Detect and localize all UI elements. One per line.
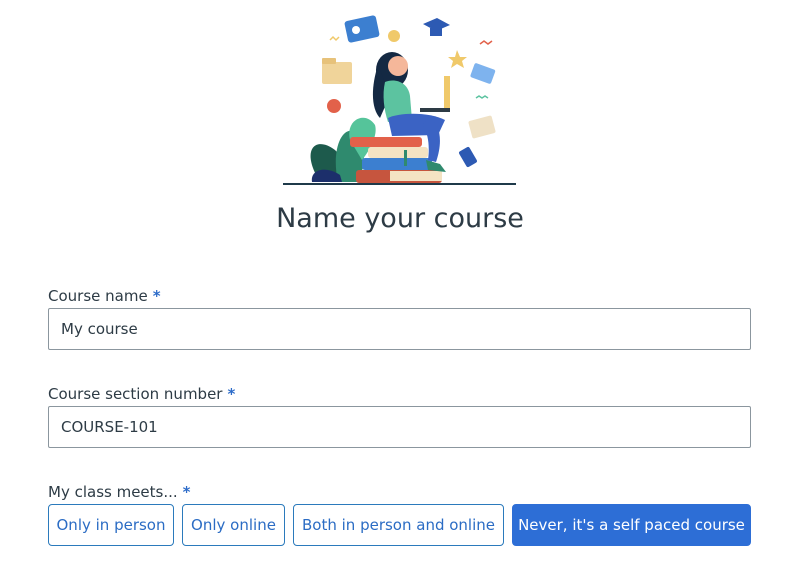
student-with-laptop-illustration — [283, 15, 516, 185]
class-meets-label-text: My class meets... — [48, 483, 178, 501]
course-name-input[interactable] — [48, 308, 751, 350]
page-title: Name your course — [276, 203, 524, 234]
option-only-online[interactable]: Only online — [182, 504, 285, 546]
course-name-label-text: Course name — [48, 287, 148, 305]
course-name-label: Course name * — [48, 286, 161, 306]
course-illustration — [0, 0, 812, 190]
option-self-paced[interactable]: Never, it's a self paced course — [512, 504, 751, 546]
required-marker: * — [182, 483, 191, 501]
option-only-in-person[interactable]: Only in person — [48, 504, 174, 546]
class-meets-label: My class meets... * — [48, 482, 191, 502]
required-marker: * — [152, 287, 161, 305]
section-number-label: Course section number * — [48, 384, 235, 404]
option-both[interactable]: Both in person and online — [293, 504, 504, 546]
required-marker: * — [227, 385, 236, 403]
section-number-input[interactable] — [48, 406, 751, 448]
section-number-label-text: Course section number — [48, 385, 223, 403]
